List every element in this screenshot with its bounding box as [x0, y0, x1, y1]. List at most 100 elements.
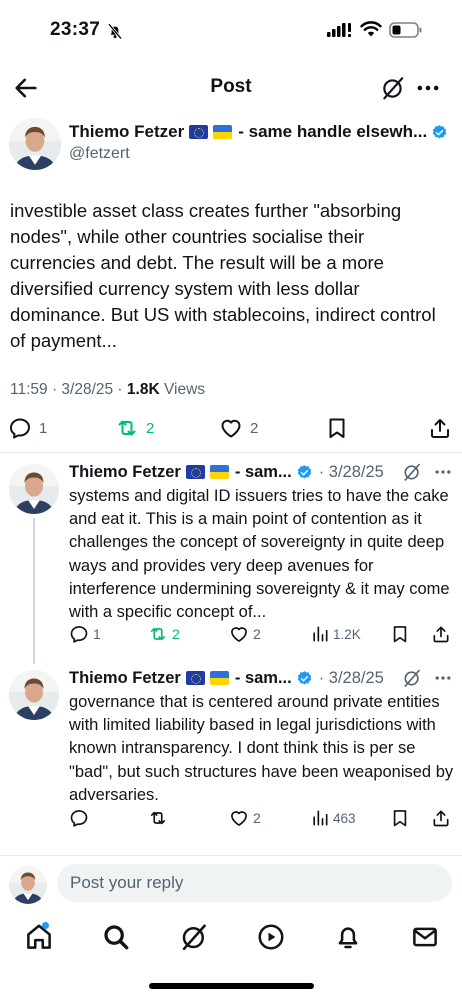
like-count: 2: [250, 419, 259, 437]
tweet-timestamp: 11:59 · 3/28/25 ·: [10, 381, 127, 398]
ukraine-flag-icon: [213, 125, 233, 139]
reply-icon: [69, 624, 89, 644]
bottom-nav: [0, 914, 462, 960]
views-icon: [310, 808, 330, 828]
repost-button[interactable]: 2: [115, 416, 154, 440]
divider: [0, 855, 462, 856]
top-header: Post: [0, 60, 462, 116]
like-count: 2: [253, 626, 261, 642]
verified-badge-icon: [296, 464, 313, 481]
reply-author-name[interactable]: Thiemo Fetzer: [69, 669, 181, 688]
bookmark-button[interactable]: [390, 624, 410, 644]
repost-icon: [148, 624, 168, 644]
author-name-suffix[interactable]: - same handle elsewh...: [238, 122, 427, 142]
share-icon: [431, 624, 451, 644]
reply-date[interactable]: · 3/28/25: [319, 463, 384, 482]
views-count[interactable]: 1.8K: [127, 381, 160, 398]
verified-badge-icon: [431, 124, 448, 141]
repost-count: 2: [146, 419, 155, 437]
grok-icon[interactable]: [179, 922, 209, 952]
more-options-icon[interactable]: [414, 74, 442, 102]
reply-button[interactable]: 1: [69, 624, 101, 644]
tweet-meta: 11:59 · 3/28/25 · 1.8K Views: [10, 381, 205, 399]
share-button[interactable]: [431, 624, 451, 644]
bell-off-icon: [107, 23, 123, 40]
bell-icon[interactable]: [333, 922, 363, 952]
status-bar: 23:37: [0, 0, 462, 60]
reply-count: 1: [39, 419, 48, 437]
tweet-text: investible asset class creates further "…: [10, 200, 436, 351]
reply-input[interactable]: Post your reply: [57, 864, 452, 902]
play-icon[interactable]: [256, 922, 286, 952]
grok-icon[interactable]: [402, 462, 422, 482]
reply-date[interactable]: · 3/28/25: [319, 669, 384, 688]
reply-author-name[interactable]: Thiemo Fetzer: [69, 463, 181, 482]
repost-button[interactable]: [148, 808, 172, 828]
battery-icon: [389, 22, 422, 38]
repost-count: 2: [172, 626, 180, 642]
reply-button[interactable]: [69, 808, 93, 828]
cellular-signal-icon: [327, 23, 351, 37]
reply-author-suffix[interactable]: - sam...: [235, 463, 292, 482]
notification-dot: [42, 922, 49, 929]
like-icon: [229, 808, 249, 828]
ukraine-flag-icon: [209, 671, 229, 685]
bookmark-icon: [325, 416, 349, 440]
thread-line: [33, 518, 35, 664]
bookmark-icon: [390, 624, 410, 644]
like-icon: [219, 416, 243, 440]
author-avatar[interactable]: [9, 118, 61, 170]
mail-icon[interactable]: [410, 922, 440, 952]
reply-icon: [8, 416, 32, 440]
reply-text: systems and digital ID issuers tries to …: [69, 487, 450, 622]
author-name-row[interactable]: Thiemo Fetzer - same handle elsewh...: [69, 122, 459, 142]
views-label: Views: [159, 381, 206, 398]
search-icon[interactable]: [101, 922, 131, 952]
reply-icon: [69, 808, 89, 828]
share-button[interactable]: [428, 416, 452, 440]
reply-author-avatar[interactable]: [9, 464, 59, 514]
like-button[interactable]: 2: [219, 416, 258, 440]
wifi-icon: [360, 21, 382, 37]
reply-author-avatar[interactable]: [9, 670, 59, 720]
repost-icon: [115, 416, 139, 440]
reply-button[interactable]: 1: [8, 416, 47, 440]
share-button[interactable]: [431, 808, 451, 828]
views-icon: [310, 624, 330, 644]
views-count: 463: [333, 810, 356, 826]
home-icon[interactable]: [24, 922, 54, 952]
eu-flag-icon: [189, 125, 209, 139]
share-icon: [428, 416, 452, 440]
reply-author-suffix[interactable]: - sam...: [235, 669, 292, 688]
like-icon: [229, 624, 249, 644]
repost-button[interactable]: 2: [148, 624, 180, 644]
more-options-icon[interactable]: [432, 668, 454, 688]
grok-icon[interactable]: [402, 668, 422, 688]
repost-icon: [148, 808, 168, 828]
like-button[interactable]: 2: [229, 624, 261, 644]
more-options-icon[interactable]: [432, 462, 454, 482]
share-icon: [431, 808, 451, 828]
views-count: 1.2K: [333, 626, 361, 642]
home-indicator[interactable]: [149, 983, 314, 989]
like-count: 2: [253, 810, 261, 826]
reply-header: Thiemo Fetzer - sam... · 3/28/25: [69, 462, 454, 482]
views-button[interactable]: 1.2K: [310, 624, 361, 644]
my-avatar[interactable]: [9, 866, 47, 904]
bookmark-icon: [390, 808, 410, 828]
verified-badge-icon: [296, 670, 313, 687]
bookmark-button[interactable]: [390, 808, 410, 828]
status-time: 23:37: [50, 19, 101, 40]
author-name[interactable]: Thiemo Fetzer: [69, 122, 184, 142]
views-button[interactable]: 463: [310, 808, 356, 828]
bookmark-button[interactable]: [325, 416, 349, 440]
like-button[interactable]: 2: [229, 808, 261, 828]
author-handle[interactable]: @fetzert: [69, 145, 130, 163]
reply-text: governance that is centered around priva…: [69, 693, 454, 804]
divider: [0, 452, 462, 453]
eu-flag-icon: [185, 671, 205, 685]
reply-header: Thiemo Fetzer - sam... · 3/28/25: [69, 668, 454, 688]
eu-flag-icon: [185, 465, 205, 479]
ukraine-flag-icon: [209, 465, 229, 479]
grok-icon[interactable]: [380, 74, 406, 102]
